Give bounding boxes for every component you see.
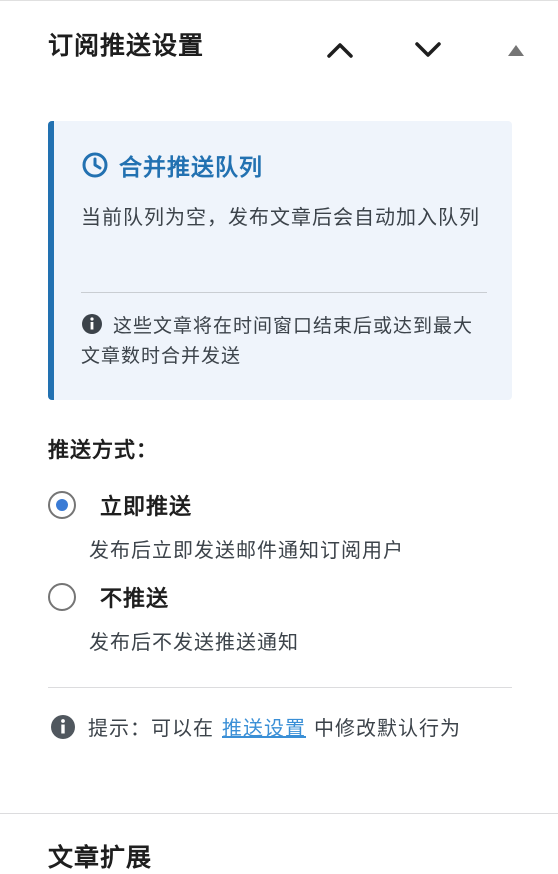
info-icon [82, 314, 102, 334]
triangle-up-icon [508, 45, 524, 56]
settings-tip: 提示：可以在 推送设置 中修改默认行为 [50, 712, 461, 741]
radio-label: 不推送 [100, 587, 170, 612]
section-divider [48, 687, 512, 688]
clock-icon [82, 152, 108, 178]
notice-divider [81, 292, 487, 293]
radio-label: 立即推送 [100, 495, 193, 520]
move-down-button[interactable] [408, 30, 448, 70]
tip-suffix: 中修改默认行为 [314, 716, 461, 740]
panel-toggle-button[interactable] [496, 30, 536, 70]
chevron-up-icon [327, 43, 353, 58]
panel-divider [0, 813, 558, 814]
notice-accent-bar [48, 121, 54, 400]
chevron-down-icon [415, 42, 441, 57]
move-up-button[interactable] [320, 30, 360, 70]
notice-title: 合并推送队列 [119, 155, 263, 181]
notice-info: 这些文章将在时间窗口结束后或达到最大文章数时合并发送 [81, 311, 481, 371]
notice-info-text: 这些文章将在时间窗口结束后或达到最大文章数时合并发送 [81, 315, 474, 367]
radio-no-push[interactable]: 不推送 [48, 581, 169, 613]
info-icon [50, 714, 76, 740]
radio-button-selected[interactable] [48, 491, 76, 519]
panel-header: 订阅推送设置 [0, 0, 558, 92]
notice-header: 合并推送队列 [81, 148, 263, 182]
panel-title: 订阅推送设置 [48, 31, 205, 60]
push-settings-link[interactable]: 推送设置 [222, 712, 306, 741]
radio-description: 发布后立即发送邮件通知订阅用户 [89, 538, 404, 562]
next-panel-title[interactable]: 文章扩展 [48, 838, 152, 874]
tip-prefix: 提示：可以在 [88, 716, 214, 740]
notice-description: 当前队列为空，发布文章后会自动加入队列 [81, 205, 480, 229]
radio-button[interactable] [48, 583, 76, 611]
radio-description: 发布后不发送推送通知 [89, 630, 299, 654]
radio-push-immediately[interactable]: 立即推送 [48, 489, 192, 521]
push-method-label: 推送方式： [48, 438, 158, 462]
